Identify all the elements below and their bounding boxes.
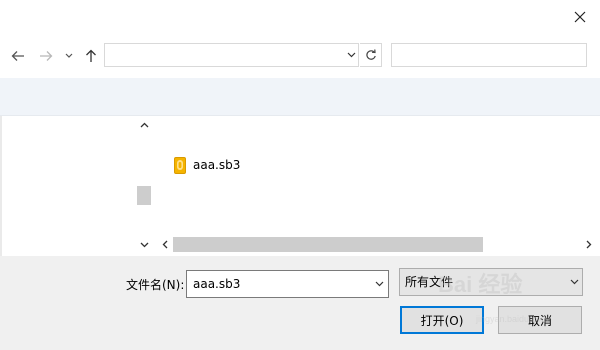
- chevron-up-icon: [140, 122, 148, 128]
- search-input[interactable]: [391, 43, 587, 67]
- address-dropdown-button[interactable]: [342, 44, 360, 66]
- forward-button[interactable]: [36, 44, 56, 68]
- recent-locations-button[interactable]: [62, 44, 76, 68]
- close-icon: [574, 11, 586, 23]
- chevron-down-icon: [140, 242, 148, 248]
- refresh-icon: [365, 49, 376, 60]
- vertical-scroll-thumb[interactable]: [137, 186, 151, 205]
- file-name: aaa.sb3: [193, 158, 241, 172]
- back-button[interactable]: [8, 44, 28, 68]
- arrow-right-icon: [40, 51, 53, 61]
- scroll-right-button[interactable]: [582, 237, 596, 252]
- refresh-button[interactable]: [360, 43, 382, 67]
- watermark-text: Bai 经验: [438, 272, 522, 297]
- file-item[interactable]: aaa.sb3: [174, 155, 240, 175]
- scroll-down-button[interactable]: [136, 238, 152, 252]
- chevron-down-icon: [375, 281, 383, 287]
- scroll-left-button[interactable]: [158, 237, 172, 252]
- command-bar: [0, 78, 600, 116]
- filename-dropdown-button[interactable]: [370, 272, 388, 296]
- chevron-right-icon: [586, 240, 592, 249]
- chevron-down-icon: [65, 53, 73, 58]
- address-bar[interactable]: [104, 43, 359, 67]
- filename-label: 文件名(N):: [126, 278, 185, 292]
- pane-edge: [0, 116, 2, 257]
- up-button[interactable]: [81, 44, 101, 68]
- close-button[interactable]: [566, 4, 594, 30]
- scroll-up-button[interactable]: [136, 118, 152, 132]
- arrow-up-icon: [86, 49, 96, 62]
- watermark-subtext: jingyan.baidu.com: [475, 314, 549, 324]
- chevron-left-icon: [162, 240, 168, 249]
- baidu-watermark: Bai 经验 jingyan.baidu.com: [438, 272, 549, 324]
- chevron-down-icon: [347, 52, 355, 58]
- filename-input[interactable]: aaa.sb3: [186, 270, 389, 298]
- horizontal-scroll-thumb[interactable]: [173, 237, 483, 252]
- navigation-pane[interactable]: [0, 116, 152, 257]
- sb3-file-icon: [174, 156, 186, 174]
- arrow-left-icon: [11, 51, 24, 61]
